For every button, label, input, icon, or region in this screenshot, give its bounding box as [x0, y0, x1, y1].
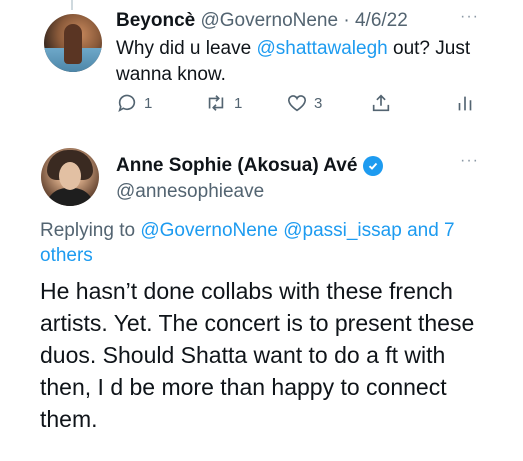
mention-link[interactable]: @GovernoNene: [140, 220, 278, 241]
mention-link[interactable]: @passi_issap: [283, 220, 402, 241]
verified-badge-icon: [363, 156, 384, 176]
analytics-button[interactable]: [454, 92, 476, 114]
tweet-date[interactable]: 4/6/22: [355, 10, 408, 31]
more-dots-icon[interactable]: ···: [460, 152, 479, 170]
more-dots-icon[interactable]: ···: [460, 8, 479, 26]
author-handle[interactable]: @GovernoNene: [200, 10, 338, 31]
author-name[interactable]: Beyoncè: [116, 10, 195, 31]
speech-bubble-icon: [116, 92, 138, 114]
author-handle[interactable]: @annesophieave: [116, 181, 264, 203]
share-button[interactable]: [370, 92, 392, 114]
tweet-text-part: Why did u leave: [116, 38, 257, 59]
like-button[interactable]: 3: [286, 92, 322, 114]
analytics-icon: [454, 92, 476, 114]
tweet-beyonce[interactable]: Beyoncè @GovernoNene · 4/6/22 ··· Why di…: [0, 0, 523, 140]
replying-prefix: Replying to: [40, 220, 141, 241]
separator: ·: [343, 10, 350, 31]
like-count: 3: [314, 94, 323, 112]
tweet-text: Why did u leave @shattawalegh out? Just …: [116, 36, 506, 88]
retweet-icon: [204, 92, 228, 114]
reply-button[interactable]: 1: [116, 92, 152, 114]
retweet-count: 1: [234, 94, 243, 112]
share-icon: [370, 92, 392, 114]
replying-to: Replying to @GovernoNene @passi_issap an…: [40, 218, 460, 268]
author-name-row: Anne Sophie (Akosua) Avé: [116, 155, 384, 177]
author-name[interactable]: Anne Sophie (Akosua) Avé: [116, 155, 357, 177]
avatar[interactable]: [41, 148, 99, 206]
tweet-header: Beyoncè @GovernoNene · 4/6/22: [116, 10, 408, 32]
reply-count: 1: [144, 94, 153, 112]
mention-link[interactable]: @shattawalegh: [256, 38, 387, 59]
heart-icon: [286, 92, 308, 114]
tweet-actions: 1 1 3: [116, 92, 486, 116]
retweet-button[interactable]: 1: [204, 92, 242, 114]
avatar[interactable]: [44, 14, 102, 72]
tweet-text: He hasn’t done collabs with these french…: [40, 278, 475, 432]
